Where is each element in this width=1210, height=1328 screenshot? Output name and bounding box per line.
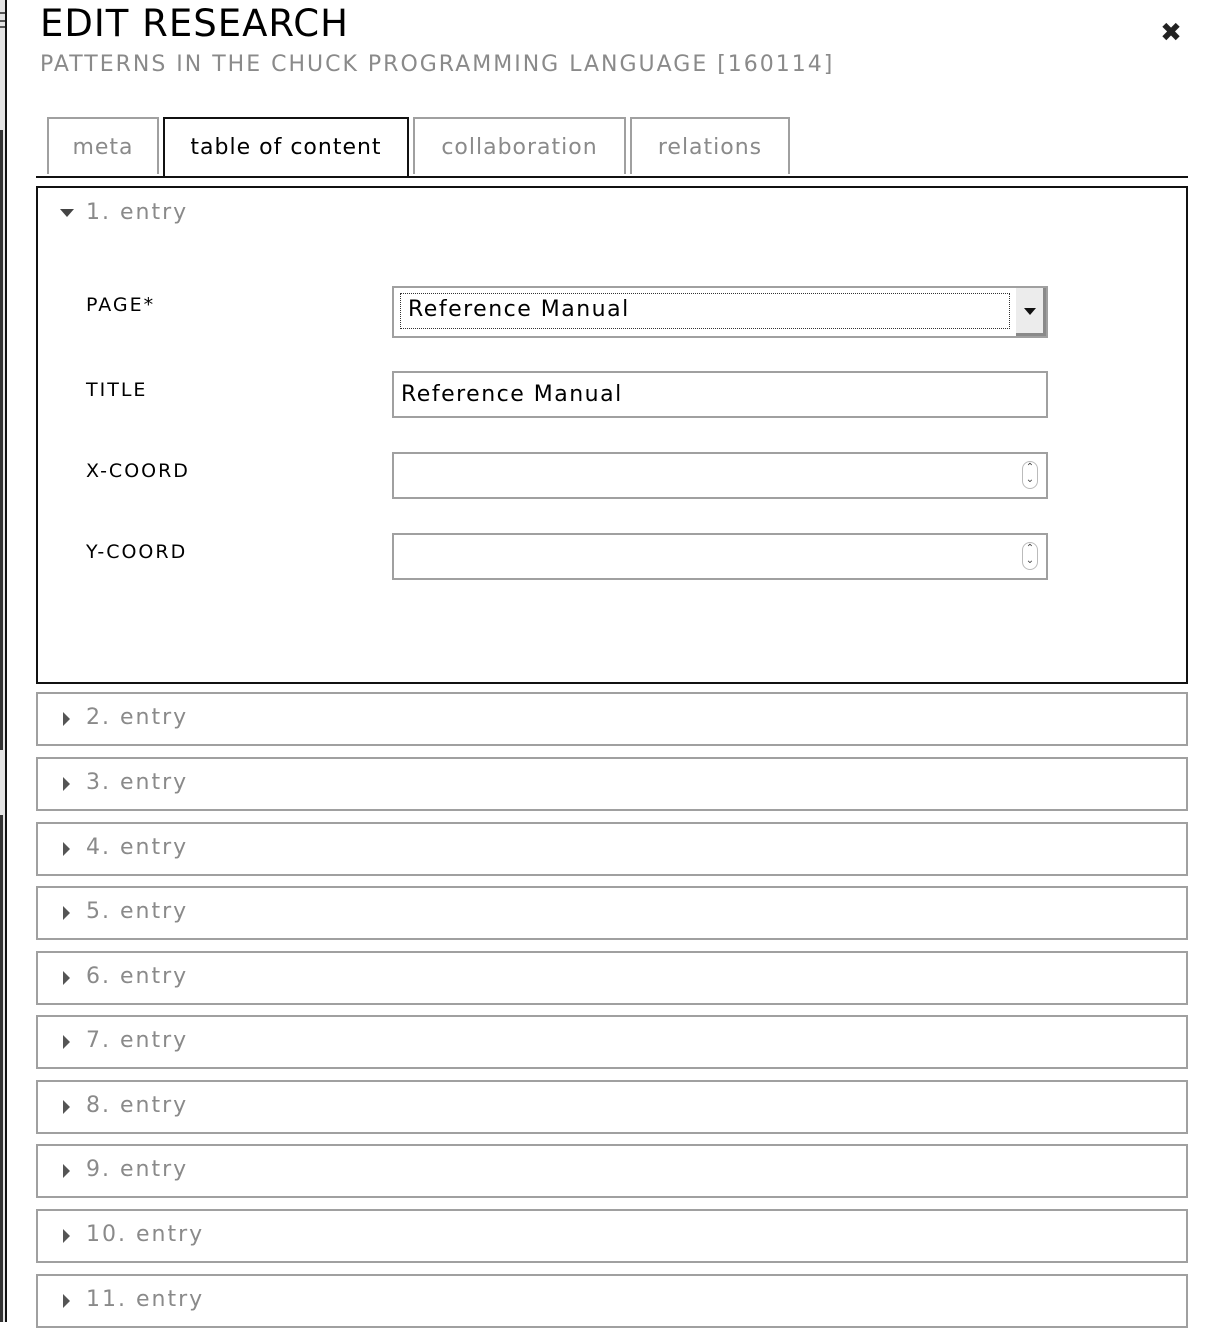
caret-right-icon [63,1100,70,1114]
caret-right-icon [63,842,70,856]
caret-right-icon [63,777,70,791]
dropdown-arrow-button[interactable] [1015,288,1046,336]
entry-collapsed[interactable]: 2. entry [36,692,1188,746]
entry-label: 2. entry [86,705,189,730]
number-spinner-icon[interactable]: ⌃ ⌄ [1022,542,1038,570]
entry-label: 3. entry [86,770,189,795]
entry-collapsed[interactable]: 3. entry [36,757,1188,811]
y-coord-label: Y-COORD [86,541,188,563]
page-label: PAGE* [86,294,156,316]
edge-shadow [0,130,3,750]
edge-mark [0,26,5,28]
number-spinner-icon[interactable]: ⌃ ⌄ [1022,461,1038,489]
entry-label: 5. entry [86,899,189,924]
entry-panel-expanded: 1. entry PAGE* Reference Manual TITLE X-… [36,186,1188,684]
entry-collapsed[interactable]: 11. entry [36,1274,1188,1328]
caret-right-icon [63,1229,70,1243]
page-select-value: Reference Manual [408,297,630,322]
dialog-title: EDIT RESEARCH [40,2,349,45]
caret-right-icon [63,712,70,726]
x-coord-field: ⌃ ⌄ [392,452,1048,499]
x-coord-label: X-COORD [86,460,190,482]
entry-collapsed[interactable]: 5. entry [36,886,1188,940]
caret-right-icon [63,1035,70,1049]
page-select[interactable]: Reference Manual [392,286,1048,338]
entry-label: 4. entry [86,835,189,860]
entry-label: 9. entry [86,1157,189,1182]
entry-label: 8. entry [86,1093,189,1118]
edge-mark [0,20,5,22]
tab-bar: meta table of content collaboration rela… [36,117,1188,178]
tab-table-of-content[interactable]: table of content [163,117,409,176]
tab-meta[interactable]: meta [47,117,159,174]
title-input[interactable] [392,371,1048,418]
y-coord-input[interactable] [392,533,1048,580]
entry-collapsed[interactable]: 9. entry [36,1144,1188,1198]
caret-right-icon [63,1294,70,1308]
caret-down-icon [60,209,74,217]
tab-relations[interactable]: relations [630,117,790,174]
entry-label: 7. entry [86,1028,189,1053]
tab-collaboration[interactable]: collaboration [413,117,626,174]
title-label: TITLE [86,379,148,401]
entry-collapsed[interactable]: 4. entry [36,822,1188,876]
edge-shadow [0,815,3,1322]
entry-collapsed[interactable]: 10. entry [36,1209,1188,1263]
x-coord-input[interactable] [392,452,1048,499]
entry-label: 1. entry [86,200,189,225]
entry-collapsed[interactable]: 8. entry [36,1080,1188,1134]
entry-collapsed[interactable]: 7. entry [36,1015,1188,1069]
caret-right-icon [63,906,70,920]
research-subtitle: PATTERNS IN THE CHUCK PROGRAMMING LANGUA… [40,52,835,77]
entry-label: 6. entry [86,964,189,989]
background-window-edge [0,0,7,1322]
dropdown-arrow-icon [1024,308,1036,315]
caret-right-icon [63,971,70,985]
entry-label: 11. entry [86,1287,205,1312]
entry-collapsed[interactable]: 6. entry [36,951,1188,1005]
y-coord-field: ⌃ ⌄ [392,533,1048,580]
edge-mark [0,12,5,14]
entry-label: 10. entry [86,1222,205,1247]
close-icon[interactable]: ✖ [1158,20,1184,46]
caret-right-icon [63,1164,70,1178]
entry-header[interactable]: 1. entry [38,188,1186,240]
